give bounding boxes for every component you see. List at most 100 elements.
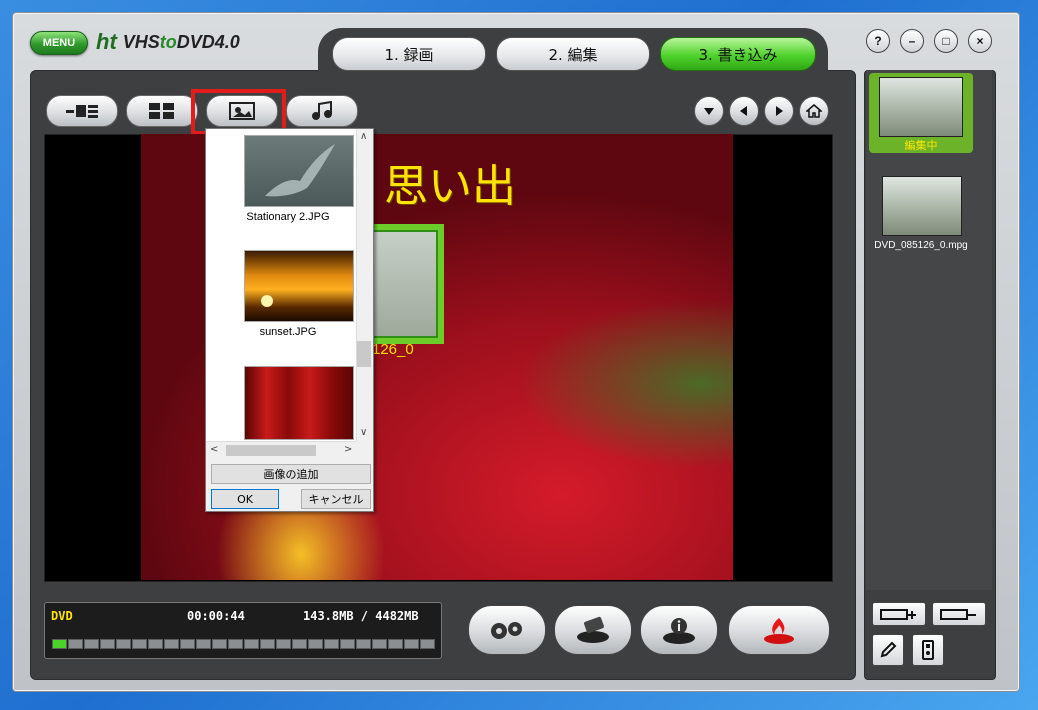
close-button[interactable]: × xyxy=(968,29,992,53)
progress-segment xyxy=(100,639,115,649)
logo-part-c: DVD xyxy=(176,31,215,52)
image-thumb-sunset[interactable] xyxy=(244,250,354,322)
film-remove-icon xyxy=(940,609,976,620)
image-thumb-stationary[interactable] xyxy=(244,135,354,207)
info-disc-icon xyxy=(663,618,695,644)
clip-thumbnail xyxy=(882,176,962,236)
progress-segment xyxy=(356,639,371,649)
progress-segment xyxy=(132,639,147,649)
image-label: Stationary 2.JPG xyxy=(246,211,330,223)
horizontal-scroll-thumb[interactable] xyxy=(226,445,316,456)
minimize-icon: – xyxy=(908,34,916,48)
progress-segment xyxy=(276,639,291,649)
home-button[interactable] xyxy=(799,96,829,126)
maximize-icon: □ xyxy=(942,34,950,48)
chapter-caption[interactable]: 126_0 xyxy=(372,341,414,358)
home-icon xyxy=(806,104,822,118)
duration-readout: 00:00:44 xyxy=(187,609,245,623)
tab-edit[interactable]: 2. 編集 xyxy=(496,37,650,71)
logo-part-a: VHS xyxy=(122,31,160,52)
arrow-right-icon xyxy=(776,106,783,116)
progress-segment xyxy=(308,639,323,649)
progress-segment xyxy=(212,639,227,649)
music-note-icon xyxy=(312,101,332,120)
disc-info-button[interactable] xyxy=(640,605,718,655)
cancel-button[interactable]: キャンセル xyxy=(301,489,371,509)
progress-segment xyxy=(420,639,435,649)
erase-disc-button[interactable] xyxy=(554,605,632,655)
ok-button[interactable]: OK xyxy=(211,489,279,509)
vertical-scrollbar[interactable]: ∧ ∨ xyxy=(356,129,373,441)
maximize-button[interactable]: □ xyxy=(934,29,958,53)
add-clip-button[interactable] xyxy=(872,602,926,626)
remove-clip-button[interactable] xyxy=(932,602,986,626)
progress-segment xyxy=(244,639,259,649)
film-add-icon xyxy=(880,609,916,620)
burn-flame-icon xyxy=(764,618,794,644)
next-button[interactable] xyxy=(764,96,794,126)
logo-prefix: ht xyxy=(96,29,117,54)
progress-segment xyxy=(324,639,339,649)
layout-grid-button[interactable] xyxy=(126,95,198,127)
prev-button[interactable] xyxy=(729,96,759,126)
settings-button[interactable] xyxy=(468,605,546,655)
chapter-tree-button[interactable] xyxy=(46,95,118,127)
layout-grid-icon xyxy=(149,103,174,119)
clip-thumbnail xyxy=(879,77,963,137)
image-thumb-theater[interactable] xyxy=(244,366,354,440)
progress-segment xyxy=(372,639,387,649)
app-logo: ht VHStoDVD4.0 xyxy=(96,27,286,57)
help-button[interactable]: ? xyxy=(866,29,890,53)
progress-segment xyxy=(228,639,243,649)
scroll-up-icon[interactable]: ∧ xyxy=(360,131,367,142)
add-image-button[interactable]: 画像の追加 xyxy=(211,464,371,484)
vertical-scroll-thumb[interactable] xyxy=(357,341,371,367)
chapter-tree-icon xyxy=(66,105,98,118)
scroll-left-icon[interactable]: < xyxy=(210,444,218,455)
progress-segment xyxy=(116,639,131,649)
selected-clip[interactable]: 編集中 xyxy=(869,73,973,153)
sunset-image xyxy=(261,295,273,307)
burn-button[interactable] xyxy=(728,605,830,655)
device-button[interactable] xyxy=(912,634,944,666)
capacity-readout: 143.8MB / 4482MB xyxy=(303,609,419,623)
logo-part-b: to xyxy=(159,31,177,52)
tab-burn[interactable]: 3. 書き込み xyxy=(660,37,816,71)
edit-clip-button[interactable] xyxy=(872,634,904,666)
triangle-down-icon xyxy=(704,108,714,115)
eraser-disc-icon xyxy=(577,616,609,643)
clip-label: 編集中 xyxy=(904,139,938,152)
help-icon: ? xyxy=(874,34,882,48)
progress-segment xyxy=(180,639,195,649)
clip-item[interactable]: DVD_085126_0.mpg xyxy=(866,174,992,264)
dropdown-button[interactable] xyxy=(694,96,724,126)
butterfly-image xyxy=(265,144,335,197)
close-icon: × xyxy=(976,34,984,48)
progress-segment xyxy=(164,639,179,649)
logo-name: VHStoDVD4.0 xyxy=(123,32,240,53)
chapter-thumbnail[interactable] xyxy=(368,224,444,344)
progress-segment xyxy=(196,639,211,649)
minimize-button[interactable]: – xyxy=(900,29,924,53)
progress-segment xyxy=(340,639,355,649)
scroll-right-icon[interactable]: > xyxy=(344,444,352,455)
menu-button[interactable]: MENU xyxy=(30,31,88,55)
image-list[interactable]: Stationary 2.JPG sunset.JPG xyxy=(206,129,356,441)
gears-icon xyxy=(491,622,522,639)
arrow-left-icon xyxy=(740,106,747,116)
background-picker-popup: Stationary 2.JPG sunset.JPG ∧ ∨ < > 画像の追… xyxy=(205,128,374,512)
logo-version: 4.0 xyxy=(214,31,240,52)
pencil-icon xyxy=(880,641,897,658)
clip-filename: DVD_085126_0.mpg xyxy=(874,240,968,251)
tab-record[interactable]: 1. 録画 xyxy=(332,37,486,71)
progress-segment xyxy=(84,639,99,649)
progress-segment xyxy=(292,639,307,649)
scroll-down-icon[interactable]: ∨ xyxy=(360,427,367,438)
portable-device-icon xyxy=(922,640,934,660)
progress-segment xyxy=(404,639,419,649)
menu-title-text[interactable]: 思い出 xyxy=(384,150,516,214)
progress-segment xyxy=(388,639,403,649)
progress-segment xyxy=(148,639,163,649)
music-button[interactable] xyxy=(286,95,358,127)
progress-segment xyxy=(68,639,83,649)
